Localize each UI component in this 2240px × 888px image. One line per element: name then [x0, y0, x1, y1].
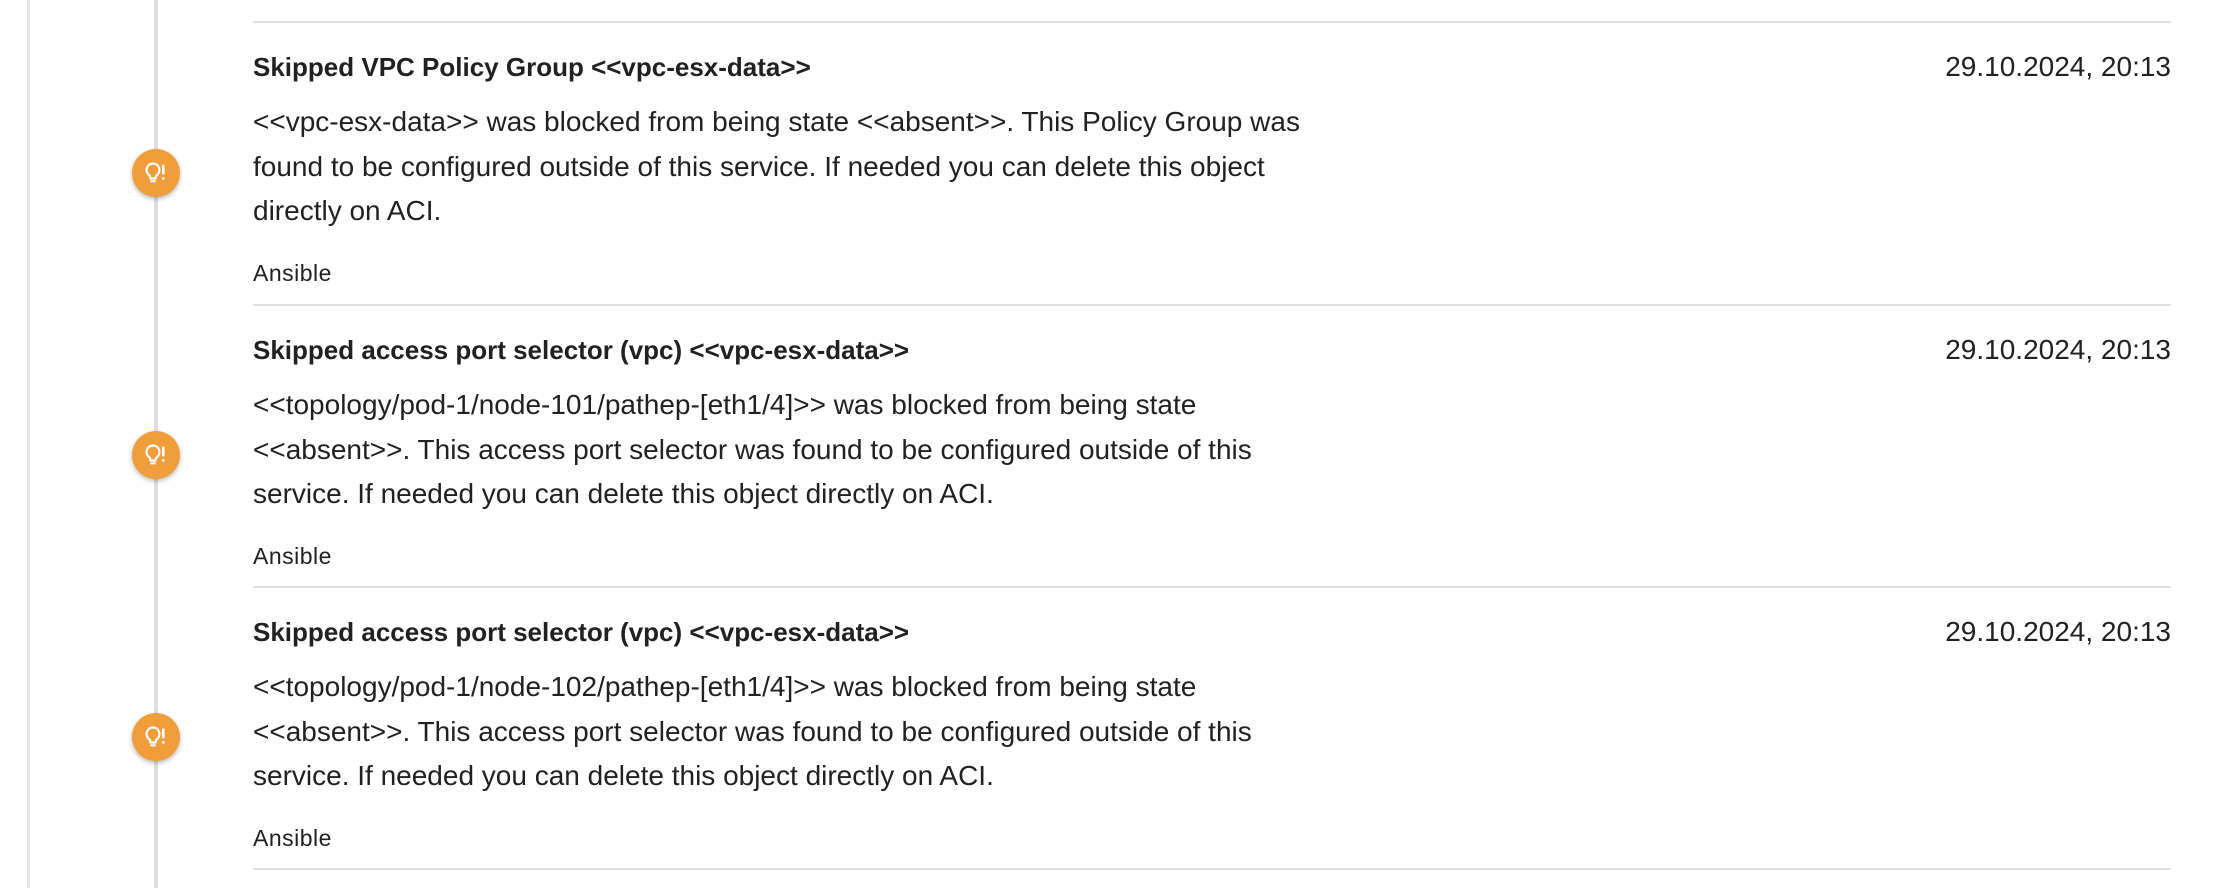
entry-timestamp: 29.10.2024, 20:13	[1945, 616, 2171, 647]
entry-divider	[253, 868, 2171, 870]
entry-title: Skipped VPC Policy Group <<vpc-esx-data>…	[253, 52, 811, 82]
panel-border	[27, 0, 30, 888]
entry-source: Ansible	[253, 825, 332, 851]
log-entry: Skipped access port selector (vpc) <<vpc…	[253, 587, 2171, 869]
log-entry: Skipped VPC Policy Group <<vpc-esx-data>…	[253, 22, 2171, 304]
entry-timestamp: 29.10.2024, 20:13	[1945, 51, 2171, 82]
lightbulb-alert-icon	[132, 149, 180, 197]
log-entry: Skipped access port selector (vpc) <<vpc…	[253, 305, 2171, 587]
lightbulb-alert-icon	[132, 431, 180, 479]
entry-source: Ansible	[253, 260, 332, 286]
entry-source: Ansible	[253, 543, 332, 569]
entry-title: Skipped access port selector (vpc) <<vpc…	[253, 617, 910, 647]
event-log-panel: Skipped VPC Policy Group <<vpc-esx-data>…	[0, 0, 2240, 888]
entry-message: <<topology/pod-1/node-102/pathep-[eth1/4…	[253, 671, 1252, 791]
entry-message: <<vpc-esx-data>> was blocked from being …	[253, 106, 1300, 226]
lightbulb-alert-icon	[132, 713, 180, 761]
entry-message: <<topology/pod-1/node-101/pathep-[eth1/4…	[253, 389, 1252, 509]
entry-timestamp: 29.10.2024, 20:13	[1945, 334, 2171, 365]
entry-title: Skipped access port selector (vpc) <<vpc…	[253, 335, 910, 365]
